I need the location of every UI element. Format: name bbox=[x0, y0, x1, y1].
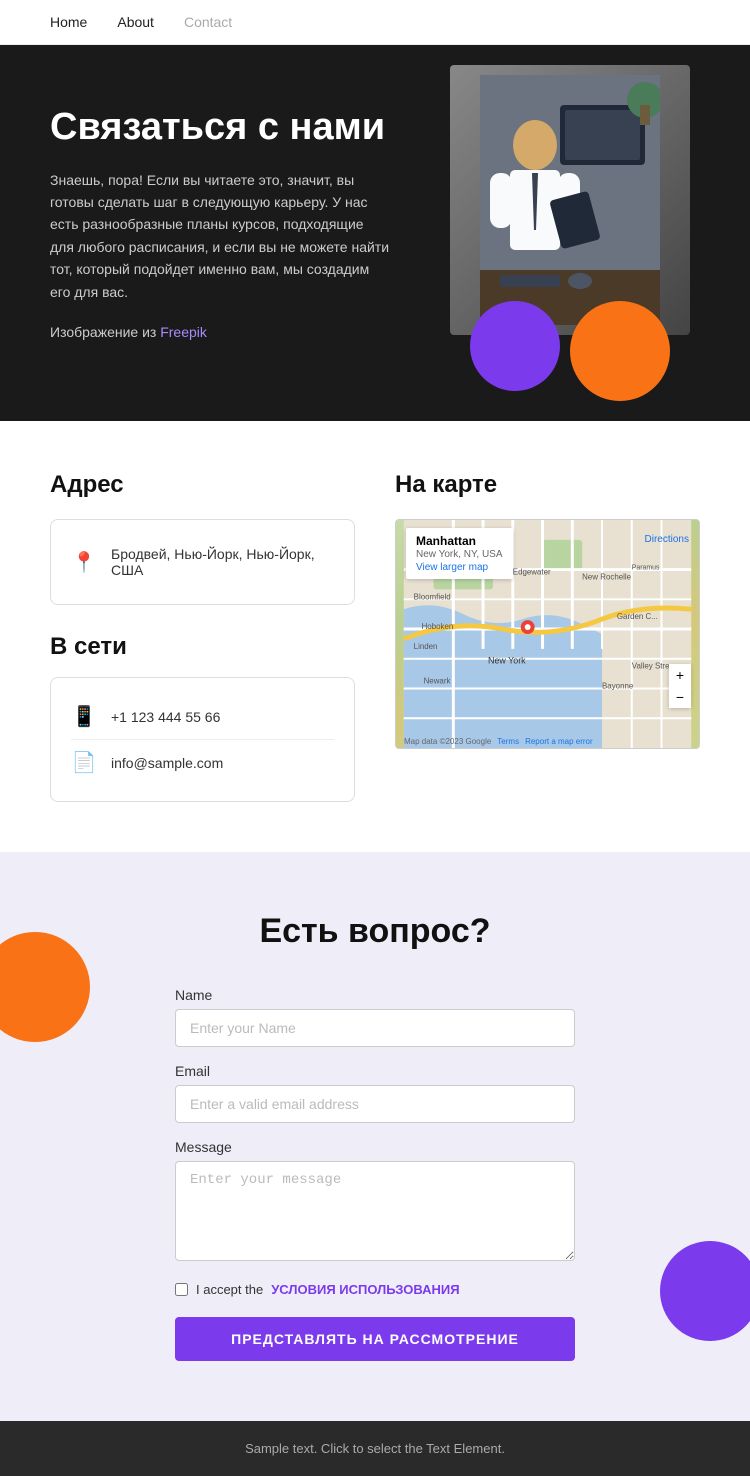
map-location-sub: New York, NY, USA bbox=[416, 549, 503, 560]
person-illustration bbox=[480, 75, 660, 325]
contact-right: На карте bbox=[395, 471, 700, 812]
svg-text:Garden C...: Garden C... bbox=[617, 612, 658, 621]
nav-contact[interactable]: Contact bbox=[184, 14, 232, 30]
email-icon: 📄 bbox=[71, 750, 97, 775]
svg-text:Edgewater: Edgewater bbox=[513, 568, 551, 577]
svg-text:Linden: Linden bbox=[414, 642, 438, 651]
map-view-larger[interactable]: View larger map bbox=[416, 562, 503, 573]
freepik-link[interactable]: Freepik bbox=[160, 324, 207, 340]
address-text: Бродвей, Нью-Йорк, Нью-Йорк, США bbox=[111, 546, 334, 578]
email-label: Email bbox=[175, 1063, 575, 1079]
footer: Sample text. Click to select the Text El… bbox=[0, 1421, 750, 1476]
hero-section: Связаться с нами Знаешь, пора! Если вы ч… bbox=[0, 45, 750, 421]
map-data-label: Map data ©2023 Google bbox=[404, 737, 491, 746]
nav-about[interactable]: About bbox=[117, 14, 154, 30]
location-icon: 📍 bbox=[71, 550, 97, 575]
map-container: New York Newark New Rochelle Garden C...… bbox=[395, 519, 700, 749]
map-directions-link[interactable]: Directions bbox=[645, 534, 689, 545]
phone-icon: 📱 bbox=[71, 704, 97, 729]
email-group: Email bbox=[175, 1063, 575, 1123]
map-zoom-out[interactable]: − bbox=[669, 686, 691, 708]
email-input[interactable] bbox=[175, 1085, 575, 1123]
address-title: Адрес bbox=[50, 471, 355, 499]
svg-text:Newark: Newark bbox=[424, 677, 451, 686]
svg-text:Bloomfield: Bloomfield bbox=[414, 593, 451, 602]
hero-photo bbox=[450, 65, 690, 335]
submit-button[interactable]: ПРЕДСТАВЛЯТЬ НА РАССМОТРЕНИЕ bbox=[175, 1317, 575, 1361]
footer-text: Sample text. Click to select the Text El… bbox=[50, 1441, 700, 1456]
terms-link[interactable]: УСЛОВИЯ ИСПОЛЬЗОВАНИЯ bbox=[271, 1282, 459, 1297]
hero-description: Знаешь, пора! Если вы читаете это, значи… bbox=[50, 169, 390, 303]
svg-text:New York: New York bbox=[488, 656, 526, 666]
svg-text:New Rochelle: New Rochelle bbox=[582, 573, 631, 582]
svg-text:Hoboken: Hoboken bbox=[422, 622, 454, 631]
hero-image-area bbox=[390, 45, 750, 421]
message-textarea[interactable] bbox=[175, 1161, 575, 1261]
hero-photo-inner bbox=[450, 65, 690, 335]
terms-row: I accept the УСЛОВИЯ ИСПОЛЬЗОВАНИЯ bbox=[175, 1282, 575, 1297]
map-inner: New York Newark New Rochelle Garden C...… bbox=[396, 520, 699, 748]
form-title: Есть вопрос? bbox=[50, 912, 700, 951]
navbar: Home About Contact bbox=[0, 0, 750, 45]
svg-text:Paramus: Paramus bbox=[632, 565, 660, 572]
svg-text:Bayonne: Bayonne bbox=[602, 682, 634, 691]
phone-text: +1 123 444 55 66 bbox=[111, 709, 220, 725]
message-group: Message bbox=[175, 1139, 575, 1266]
message-label: Message bbox=[175, 1139, 575, 1155]
address-box: 📍 Бродвей, Нью-Йорк, Нью-Йорк, США bbox=[50, 519, 355, 605]
hero-credit: Изображение из Freepik bbox=[50, 321, 390, 343]
contact-section: Адрес 📍 Бродвей, Нью-Йорк, Нью-Йорк, США… bbox=[0, 421, 750, 852]
name-label: Name bbox=[175, 987, 575, 1003]
email-row: 📄 info@sample.com bbox=[71, 739, 334, 785]
form-container: Name Email Message I accept the УСЛОВИЯ … bbox=[175, 987, 575, 1361]
name-group: Name bbox=[175, 987, 575, 1047]
nav-home[interactable]: Home bbox=[50, 14, 87, 30]
phone-row: 📱 +1 123 444 55 66 bbox=[71, 694, 334, 739]
address-row: 📍 Бродвей, Нью-Йорк, Нью-Йорк, США bbox=[71, 536, 334, 588]
email-text: info@sample.com bbox=[111, 755, 223, 771]
hero-circle-orange bbox=[570, 301, 670, 401]
map-title: На карте bbox=[395, 471, 700, 499]
form-section: Есть вопрос? Name Email Message I accept… bbox=[0, 852, 750, 1421]
hero-title: Связаться с нами bbox=[50, 105, 390, 151]
form-circle-purple bbox=[660, 1241, 750, 1341]
contact-left: Адрес 📍 Бродвей, Нью-Йорк, Нью-Йорк, США… bbox=[50, 471, 355, 812]
map-location-label: Manhattan New York, NY, USA View larger … bbox=[406, 528, 513, 579]
hero-circle-purple bbox=[470, 301, 560, 391]
map-terms[interactable]: Terms bbox=[497, 737, 519, 746]
social-title: В сети bbox=[50, 633, 355, 661]
map-location-name: Manhattan bbox=[416, 534, 503, 548]
hero-text-block: Связаться с нами Знаешь, пора! Если вы ч… bbox=[50, 105, 390, 361]
map-zoom-in[interactable]: + bbox=[669, 664, 691, 686]
terms-checkbox[interactable] bbox=[175, 1283, 188, 1296]
name-input[interactable] bbox=[175, 1009, 575, 1047]
map-report[interactable]: Report a map error bbox=[525, 737, 593, 746]
terms-prefix: I accept the bbox=[196, 1282, 263, 1297]
social-box: 📱 +1 123 444 55 66 📄 info@sample.com bbox=[50, 677, 355, 802]
map-zoom-controls: + − bbox=[669, 664, 691, 708]
map-footer: Map data ©2023 Google Terms Report a map… bbox=[396, 737, 699, 746]
